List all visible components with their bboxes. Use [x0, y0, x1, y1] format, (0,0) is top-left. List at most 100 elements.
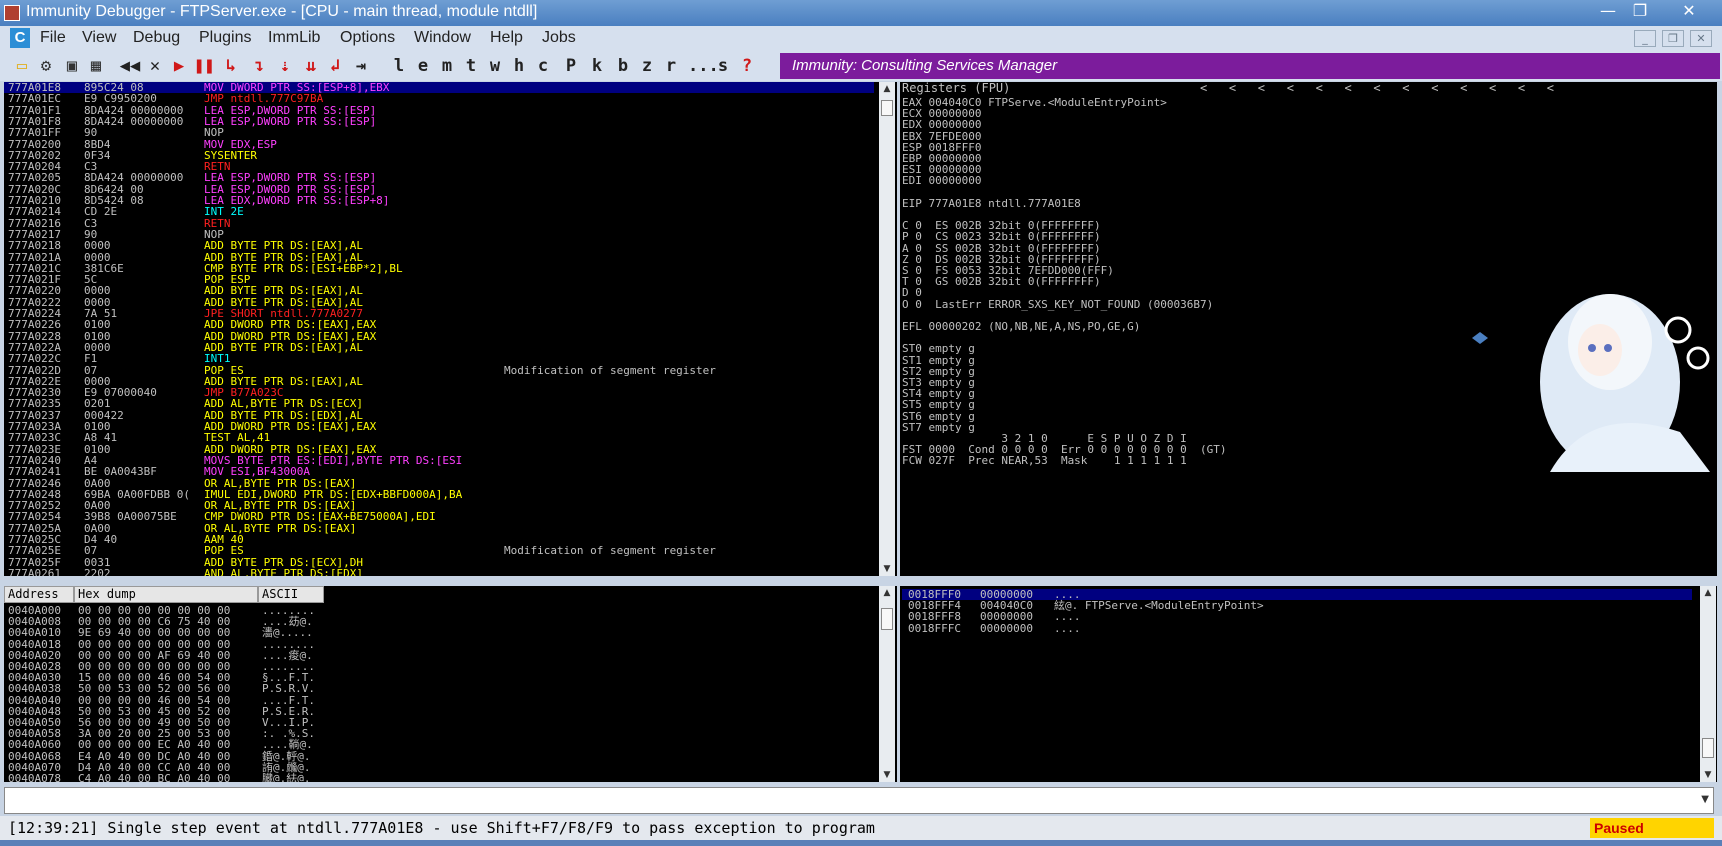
- stop-icon[interactable]: ✕: [146, 55, 164, 77]
- mdi-restore-button[interactable]: ❐: [1662, 30, 1684, 47]
- disasm-row[interactable]: 777A0220 0000 ADD BYTE PTR DS:[EAX],AL: [4, 285, 874, 297]
- menu-immlib[interactable]: ImmLib: [268, 29, 320, 47]
- dump-scroll-up-icon[interactable]: ▲: [879, 586, 895, 600]
- register-line[interactable]: EIP 777A01E8 ntdll.777A01E8: [902, 197, 1081, 209]
- command-dropdown-icon[interactable]: ▼: [1701, 794, 1709, 805]
- stack-scroll-thumb[interactable]: [1702, 738, 1714, 758]
- menu-jobs[interactable]: Jobs: [542, 29, 576, 47]
- disassembly-scrollbar[interactable]: ▲ ▼: [879, 82, 895, 576]
- disasm-row[interactable]: 777A025F 0031 ADD BYTE PTR DS:[ECX],DH: [4, 556, 874, 568]
- dump-ascii-header[interactable]: ASCII: [258, 586, 324, 603]
- minimize-button[interactable]: —: [1590, 0, 1626, 22]
- open-icon[interactable]: ▭: [12, 55, 32, 77]
- dump-hex[interactable]: C4 A0 40 00 BC A0 40 00: [78, 773, 230, 782]
- disasm-row[interactable]: 777A0228 0100 ADD DWORD PTR DS:[EAX],EAX: [4, 330, 874, 342]
- disasm-row[interactable]: 777A0241 BE 0A0043BF MOV ESI,BF43000A: [4, 466, 874, 478]
- register-line[interactable]: ST5 empty g: [902, 399, 975, 411]
- dump-ascii[interactable]: ....鞝@.: [262, 739, 313, 751]
- menu-help[interactable]: Help: [490, 29, 523, 47]
- dump-address[interactable]: 0040A038: [8, 683, 61, 695]
- toolbar-callstack-k[interactable]: k: [590, 55, 604, 77]
- mdi-minimize-button[interactable]: _: [1634, 30, 1656, 47]
- step-over-icon[interactable]: ↴: [248, 55, 270, 77]
- menu-plugins[interactable]: Plugins: [199, 29, 251, 47]
- toolbar-breakpoints-b[interactable]: b: [616, 55, 630, 77]
- toolbar-run-trace[interactable]: ...: [688, 55, 719, 77]
- dump-ascii[interactable]: 瀒@.....: [262, 627, 313, 639]
- toolbar-memory-m[interactable]: m: [440, 55, 454, 77]
- disasm-row[interactable]: 777A0210 8D5424 08 LEA EDX,DWORD PTR SS:[E…: [4, 195, 874, 207]
- dump-hex-header[interactable]: Hex dump: [74, 586, 258, 603]
- toolbar-log-l[interactable]: l: [392, 55, 406, 77]
- close-file-icon[interactable]: ▣: [62, 55, 82, 77]
- disasm-row[interactable]: 777A022A 0000 ADD BYTE PTR DS:[EAX],AL: [4, 342, 874, 354]
- menu-view[interactable]: View: [82, 29, 116, 47]
- disasm-row[interactable]: 777A0217 90 NOP: [4, 229, 874, 241]
- disasm-row[interactable]: 777A025C D4 40 AAM 40: [4, 534, 874, 546]
- mdi-close-button[interactable]: ✕: [1690, 30, 1712, 47]
- dump-hex[interactable]: 9E 69 40 00 00 00 00 00: [78, 627, 230, 639]
- consulting-banner[interactable]: Immunity: Consulting Services Manager: [780, 53, 1720, 79]
- toolbar-cpu-c[interactable]: c: [536, 55, 550, 77]
- menu-file[interactable]: File: [40, 29, 66, 47]
- disasm-row[interactable]: 777A021F 5C POP ESP: [4, 274, 874, 286]
- dump-ascii[interactable]: P.S.R.V.: [262, 683, 315, 695]
- disasm-row[interactable]: 777A0226 0100 ADD DWORD PTR DS:[EAX],EAX: [4, 319, 874, 331]
- register-line[interactable]: ST0 empty g: [902, 343, 975, 355]
- dump-address[interactable]: 0040A010: [8, 627, 61, 639]
- registers-pane[interactable]: Registers (FPU) < < < < < < < < < < < < …: [900, 82, 1717, 576]
- disasm-row[interactable]: 777A0205 8DA424 00000000 LEA ESP,DWORD PTR…: [4, 172, 874, 184]
- disasm-row[interactable]: 777A023A 0100 ADD DWORD PTR DS:[EAX],EAX: [4, 421, 874, 433]
- disasm-row[interactable]: 777A0216 C3 RETN: [4, 217, 874, 229]
- dump-scroll-thumb[interactable]: [881, 608, 893, 630]
- disasm-row[interactable]: 777A01EC E9 C9950200 JMP ntdll.777C97BA: [4, 93, 874, 105]
- pause-icon[interactable]: ❚❚: [194, 55, 214, 77]
- disasm-row[interactable]: 777A0200 8BD4 MOV EDX,ESP: [4, 138, 874, 150]
- disasm-row[interactable]: 777A021C 381C6E CMP BYTE PTR DS:[ESI+EBP*2…: [4, 262, 874, 274]
- goto-icon[interactable]: ⇥: [350, 55, 372, 77]
- scroll-thumb[interactable]: [881, 100, 893, 116]
- disassembly-pane[interactable]: 777A01E8 895C24 08 MOV DWORD PTR SS:[ESP+8…: [4, 82, 897, 576]
- disasm-row[interactable]: 777A0248 69BA 0A00FDBB 0(IMUL EDI,DWORD P…: [4, 488, 874, 500]
- dump-address[interactable]: 0040A078: [8, 773, 61, 782]
- stack-pane[interactable]: 0018FFF0 00000000.... 0018FFF4 004040C0 絃@. …: [900, 586, 1717, 782]
- maximize-button[interactable]: ❐: [1622, 0, 1658, 22]
- register-line[interactable]: EDX 00000000: [902, 119, 981, 131]
- dump-address-header[interactable]: Address: [4, 586, 74, 603]
- grid-icon[interactable]: ▦: [86, 55, 106, 77]
- dump-pane[interactable]: Address Hex dump ASCII 0040A000 00 00 00 …: [4, 586, 897, 782]
- toolbar-threads-t[interactable]: t: [464, 55, 478, 77]
- trace-into-icon[interactable]: ⇣: [274, 55, 296, 77]
- stack-scrollbar[interactable]: ▲ ▼: [1700, 586, 1716, 782]
- register-line[interactable]: T 0 GS 002B 32bit 0(FFFFFFFF): [902, 276, 1101, 288]
- dump-address[interactable]: 0040A060: [8, 739, 61, 751]
- registers-header-arrows[interactable]: < < < < < < < < < < < < <: [1200, 82, 1554, 94]
- step-into-icon[interactable]: ↳: [220, 55, 242, 77]
- rewind-icon[interactable]: ◀◀: [118, 55, 142, 77]
- menu-window[interactable]: Window: [414, 29, 471, 47]
- disasm-row[interactable]: 777A01FF 90 NOP: [4, 127, 874, 139]
- toolbar-help-button[interactable]: ?: [740, 55, 754, 77]
- disasm-row[interactable]: 777A0202 0F34 SYSENTER: [4, 149, 874, 161]
- disasm-row[interactable]: 777A0230 E9 07000040 JMP B77A023C: [4, 387, 874, 399]
- dump-scrollbar[interactable]: ▲ ▼: [879, 586, 895, 782]
- toolbar-references-r[interactable]: r: [664, 55, 678, 77]
- toolbar-source-s[interactable]: s: [716, 55, 730, 77]
- close-button[interactable]: ✕: [1668, 0, 1710, 22]
- dump-scroll-down-icon[interactable]: ▼: [879, 768, 895, 782]
- register-line[interactable]: FCW 027F Prec NEAR,53 Mask 1 1 1 1 1 1: [902, 455, 1187, 467]
- disasm-row[interactable]: 777A022D 07 POP ES Modification of segment …: [4, 364, 874, 376]
- disasm-row[interactable]: 777A0254 39B8 0A00075BE CMP DWORD PTR DS:[…: [4, 511, 874, 523]
- attach-icon[interactable]: ⚙: [36, 55, 56, 77]
- disasm-row[interactable]: 777A023C A8 41 TEST AL,41: [4, 432, 874, 444]
- dump-hex[interactable]: 50 00 53 00 52 00 56 00: [78, 683, 230, 695]
- stack-scroll-down-icon[interactable]: ▼: [1700, 768, 1716, 782]
- register-line[interactable]: O 0 LastErr ERROR_SXS_KEY_NOT_FOUND (000…: [902, 298, 1213, 310]
- disasm-row[interactable]: 777A0222 0000 ADD BYTE PTR DS:[EAX],AL: [4, 296, 874, 308]
- disasm-row[interactable]: 777A025E 07 POP ES Modification of segment …: [4, 545, 874, 557]
- command-input[interactable]: ▼: [4, 787, 1714, 814]
- disasm-row[interactable]: 777A0261 2202 AND AL,BYTE PTR DS:[EDX]: [4, 568, 874, 576]
- stack-row[interactable]: 0018FFF8 00000000....: [902, 611, 1692, 623]
- toolbar-patches-p[interactable]: P: [564, 55, 578, 77]
- disasm-row[interactable]: 777A025A 0A00 OR AL,BYTE PTR DS:[EAX]: [4, 522, 874, 534]
